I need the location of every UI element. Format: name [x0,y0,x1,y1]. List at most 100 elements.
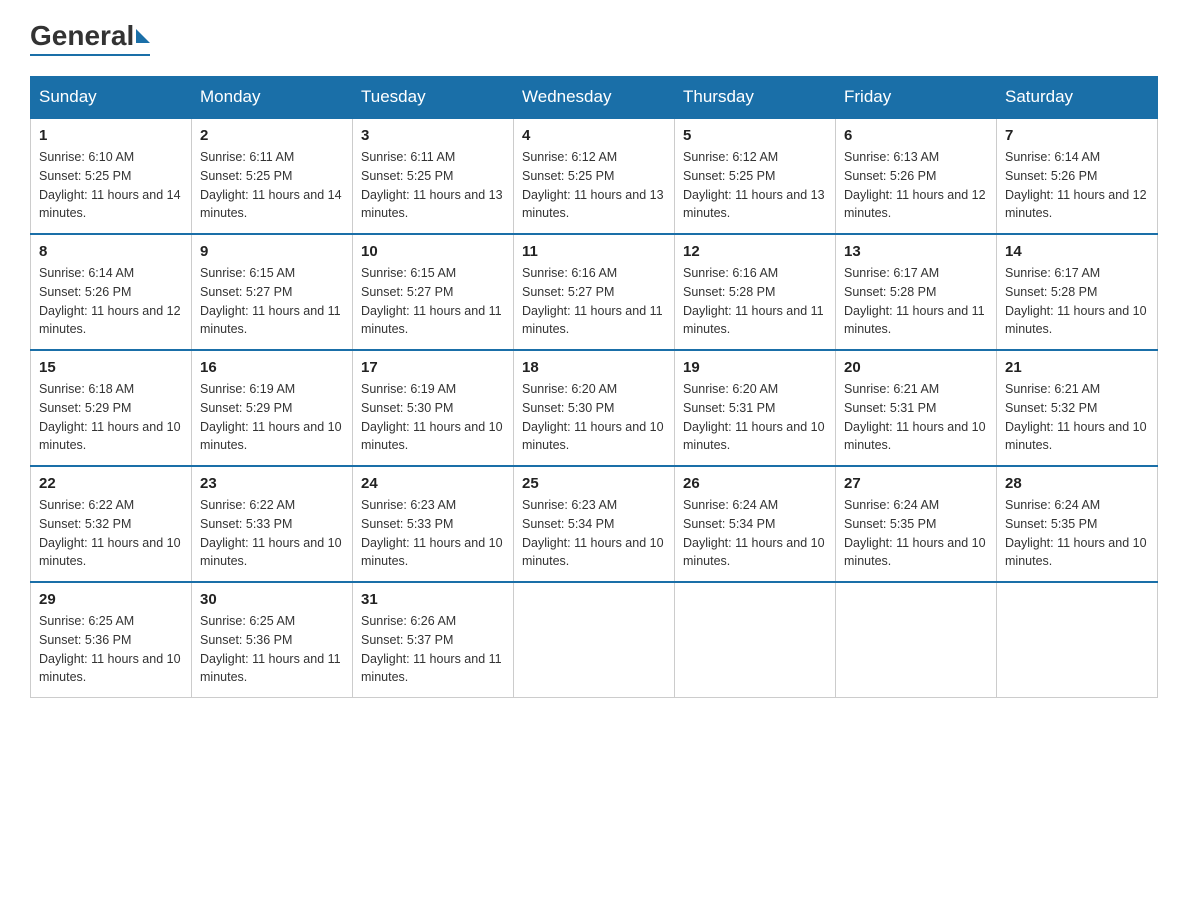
calendar-cell: 21 Sunrise: 6:21 AMSunset: 5:32 PMDaylig… [997,350,1158,466]
day-info: Sunrise: 6:16 AMSunset: 5:27 PMDaylight:… [522,264,666,339]
day-info: Sunrise: 6:24 AMSunset: 5:34 PMDaylight:… [683,496,827,571]
day-number: 14 [1005,243,1149,260]
day-info: Sunrise: 6:20 AMSunset: 5:31 PMDaylight:… [683,380,827,455]
day-info: Sunrise: 6:20 AMSunset: 5:30 PMDaylight:… [522,380,666,455]
calendar-cell: 7 Sunrise: 6:14 AMSunset: 5:26 PMDayligh… [997,118,1158,234]
day-info: Sunrise: 6:14 AMSunset: 5:26 PMDaylight:… [1005,148,1149,223]
day-number: 28 [1005,475,1149,492]
calendar-cell: 16 Sunrise: 6:19 AMSunset: 5:29 PMDaylig… [192,350,353,466]
calendar-cell [836,582,997,698]
day-info: Sunrise: 6:17 AMSunset: 5:28 PMDaylight:… [844,264,988,339]
calendar-week-2: 8 Sunrise: 6:14 AMSunset: 5:26 PMDayligh… [31,234,1158,350]
calendar-cell: 9 Sunrise: 6:15 AMSunset: 5:27 PMDayligh… [192,234,353,350]
day-number: 20 [844,359,988,376]
day-info: Sunrise: 6:16 AMSunset: 5:28 PMDaylight:… [683,264,827,339]
calendar-cell: 11 Sunrise: 6:16 AMSunset: 5:27 PMDaylig… [514,234,675,350]
logo: General [30,20,150,56]
day-number: 25 [522,475,666,492]
calendar-cell: 29 Sunrise: 6:25 AMSunset: 5:36 PMDaylig… [31,582,192,698]
day-number: 16 [200,359,344,376]
calendar-cell: 27 Sunrise: 6:24 AMSunset: 5:35 PMDaylig… [836,466,997,582]
calendar-cell: 22 Sunrise: 6:22 AMSunset: 5:32 PMDaylig… [31,466,192,582]
day-number: 10 [361,243,505,260]
day-number: 18 [522,359,666,376]
calendar-cell: 13 Sunrise: 6:17 AMSunset: 5:28 PMDaylig… [836,234,997,350]
day-info: Sunrise: 6:23 AMSunset: 5:33 PMDaylight:… [361,496,505,571]
calendar-cell: 14 Sunrise: 6:17 AMSunset: 5:28 PMDaylig… [997,234,1158,350]
calendar-week-3: 15 Sunrise: 6:18 AMSunset: 5:29 PMDaylig… [31,350,1158,466]
day-number: 26 [683,475,827,492]
day-number: 3 [361,127,505,144]
weekday-header-friday: Friday [836,77,997,119]
day-info: Sunrise: 6:21 AMSunset: 5:31 PMDaylight:… [844,380,988,455]
calendar-cell: 2 Sunrise: 6:11 AMSunset: 5:25 PMDayligh… [192,118,353,234]
day-info: Sunrise: 6:24 AMSunset: 5:35 PMDaylight:… [844,496,988,571]
calendar-cell: 12 Sunrise: 6:16 AMSunset: 5:28 PMDaylig… [675,234,836,350]
day-number: 13 [844,243,988,260]
calendar-cell [675,582,836,698]
day-info: Sunrise: 6:15 AMSunset: 5:27 PMDaylight:… [361,264,505,339]
day-info: Sunrise: 6:11 AMSunset: 5:25 PMDaylight:… [200,148,344,223]
calendar-cell: 28 Sunrise: 6:24 AMSunset: 5:35 PMDaylig… [997,466,1158,582]
calendar-cell: 30 Sunrise: 6:25 AMSunset: 5:36 PMDaylig… [192,582,353,698]
day-number: 2 [200,127,344,144]
calendar-cell: 18 Sunrise: 6:20 AMSunset: 5:30 PMDaylig… [514,350,675,466]
day-number: 31 [361,591,505,608]
day-info: Sunrise: 6:19 AMSunset: 5:30 PMDaylight:… [361,380,505,455]
day-info: Sunrise: 6:21 AMSunset: 5:32 PMDaylight:… [1005,380,1149,455]
day-number: 17 [361,359,505,376]
calendar-cell: 15 Sunrise: 6:18 AMSunset: 5:29 PMDaylig… [31,350,192,466]
calendar-body: 1 Sunrise: 6:10 AMSunset: 5:25 PMDayligh… [31,118,1158,698]
calendar-cell: 6 Sunrise: 6:13 AMSunset: 5:26 PMDayligh… [836,118,997,234]
calendar-week-5: 29 Sunrise: 6:25 AMSunset: 5:36 PMDaylig… [31,582,1158,698]
logo-general-text: General [30,20,134,52]
calendar-cell [514,582,675,698]
day-info: Sunrise: 6:15 AMSunset: 5:27 PMDaylight:… [200,264,344,339]
weekday-header-wednesday: Wednesday [514,77,675,119]
calendar-cell: 25 Sunrise: 6:23 AMSunset: 5:34 PMDaylig… [514,466,675,582]
day-number: 1 [39,127,183,144]
day-info: Sunrise: 6:25 AMSunset: 5:36 PMDaylight:… [200,612,344,687]
day-number: 7 [1005,127,1149,144]
day-info: Sunrise: 6:14 AMSunset: 5:26 PMDaylight:… [39,264,183,339]
day-info: Sunrise: 6:23 AMSunset: 5:34 PMDaylight:… [522,496,666,571]
day-number: 12 [683,243,827,260]
day-number: 29 [39,591,183,608]
calendar-cell: 4 Sunrise: 6:12 AMSunset: 5:25 PMDayligh… [514,118,675,234]
day-number: 27 [844,475,988,492]
day-number: 15 [39,359,183,376]
calendar-cell: 17 Sunrise: 6:19 AMSunset: 5:30 PMDaylig… [353,350,514,466]
day-number: 24 [361,475,505,492]
calendar-cell: 10 Sunrise: 6:15 AMSunset: 5:27 PMDaylig… [353,234,514,350]
calendar-table: SundayMondayTuesdayWednesdayThursdayFrid… [30,76,1158,698]
calendar-cell: 26 Sunrise: 6:24 AMSunset: 5:34 PMDaylig… [675,466,836,582]
calendar-cell: 23 Sunrise: 6:22 AMSunset: 5:33 PMDaylig… [192,466,353,582]
day-info: Sunrise: 6:18 AMSunset: 5:29 PMDaylight:… [39,380,183,455]
logo-divider [30,54,150,56]
calendar-cell: 31 Sunrise: 6:26 AMSunset: 5:37 PMDaylig… [353,582,514,698]
calendar-week-4: 22 Sunrise: 6:22 AMSunset: 5:32 PMDaylig… [31,466,1158,582]
day-info: Sunrise: 6:11 AMSunset: 5:25 PMDaylight:… [361,148,505,223]
calendar-cell: 20 Sunrise: 6:21 AMSunset: 5:31 PMDaylig… [836,350,997,466]
calendar-cell [997,582,1158,698]
day-info: Sunrise: 6:12 AMSunset: 5:25 PMDaylight:… [683,148,827,223]
day-number: 9 [200,243,344,260]
day-info: Sunrise: 6:17 AMSunset: 5:28 PMDaylight:… [1005,264,1149,339]
day-number: 6 [844,127,988,144]
weekday-header-saturday: Saturday [997,77,1158,119]
weekday-header-thursday: Thursday [675,77,836,119]
day-info: Sunrise: 6:19 AMSunset: 5:29 PMDaylight:… [200,380,344,455]
calendar-cell: 5 Sunrise: 6:12 AMSunset: 5:25 PMDayligh… [675,118,836,234]
calendar-cell: 19 Sunrise: 6:20 AMSunset: 5:31 PMDaylig… [675,350,836,466]
day-info: Sunrise: 6:25 AMSunset: 5:36 PMDaylight:… [39,612,183,687]
calendar-header: SundayMondayTuesdayWednesdayThursdayFrid… [31,77,1158,119]
calendar-cell: 24 Sunrise: 6:23 AMSunset: 5:33 PMDaylig… [353,466,514,582]
day-info: Sunrise: 6:26 AMSunset: 5:37 PMDaylight:… [361,612,505,687]
day-number: 11 [522,243,666,260]
page-header: General [30,20,1158,56]
calendar-cell: 8 Sunrise: 6:14 AMSunset: 5:26 PMDayligh… [31,234,192,350]
weekday-header-tuesday: Tuesday [353,77,514,119]
weekday-header-sunday: Sunday [31,77,192,119]
day-info: Sunrise: 6:13 AMSunset: 5:26 PMDaylight:… [844,148,988,223]
calendar-week-1: 1 Sunrise: 6:10 AMSunset: 5:25 PMDayligh… [31,118,1158,234]
